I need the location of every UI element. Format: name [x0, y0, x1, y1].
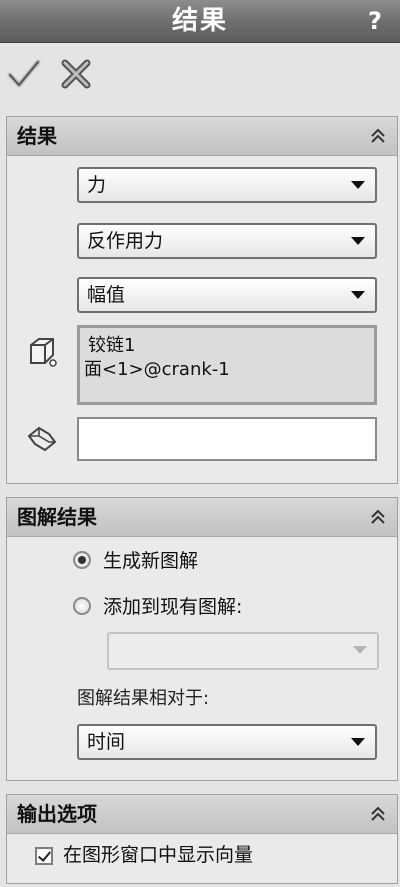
show-vector-checkbox[interactable]	[35, 847, 53, 865]
property-manager-titlebar: 结果 ?	[0, 0, 400, 43]
plot-results-group-header[interactable]: 图解结果	[7, 498, 397, 537]
panel-title: 结果	[171, 6, 228, 36]
ok-check-icon[interactable]	[6, 56, 42, 92]
relative-to-label: 图解结果相对于:	[77, 688, 210, 709]
dropdown-arrow-icon	[351, 237, 365, 245]
subtype-value: 反作用力	[87, 230, 164, 252]
output-options-group-title: 输出选项	[17, 802, 97, 826]
help-button[interactable]: ?	[362, 4, 388, 38]
reference-component-icon	[27, 426, 57, 452]
action-toolbar	[0, 50, 400, 100]
results-group-header[interactable]: 结果	[7, 117, 397, 156]
collapse-chevron-icon[interactable]	[367, 125, 389, 147]
show-vector-label: 在图形窗口中显示向量	[63, 844, 254, 866]
result-type-value: 力	[87, 174, 107, 196]
relative-to-dropdown[interactable]: 时间	[77, 724, 377, 760]
new-plot-label: 生成新图解	[103, 550, 199, 572]
selected-entities-list[interactable]: 铰链1 面<1>@crank-1	[77, 325, 377, 405]
collapse-chevron-icon[interactable]	[367, 506, 389, 528]
dropdown-arrow-icon	[351, 291, 365, 299]
dropdown-arrow-icon	[353, 646, 367, 654]
cancel-x-icon[interactable]	[58, 56, 94, 92]
results-group: 结果 力 反作用力 幅值 铰链1 面<1>@crank-1	[6, 116, 398, 484]
dropdown-arrow-icon	[351, 738, 365, 746]
results-group-title: 结果	[17, 124, 57, 148]
relative-to-value: 时间	[87, 731, 126, 753]
output-options-group-header[interactable]: 输出选项	[7, 795, 397, 834]
selected-entity-2[interactable]: 面<1>@crank-1	[84, 358, 230, 382]
existing-plot-dropdown[interactable]	[107, 632, 379, 670]
component-value: 幅值	[87, 284, 126, 306]
output-options-group: 输出选项 在图形窗口中显示向量	[6, 794, 398, 884]
add-to-existing-radio[interactable]	[73, 597, 91, 615]
reference-selection-box[interactable]	[77, 417, 377, 461]
entity-selection-icon	[30, 338, 57, 367]
collapse-chevron-icon[interactable]	[367, 803, 389, 825]
dropdown-arrow-icon	[351, 181, 365, 189]
selected-entity-1[interactable]: 铰链1	[88, 334, 135, 358]
result-type-dropdown[interactable]: 力	[77, 167, 377, 203]
add-to-existing-label: 添加到现有图解:	[103, 596, 243, 618]
new-plot-radio[interactable]	[73, 551, 91, 569]
plot-results-group: 图解结果 生成新图解 添加到现有图解: 图解结果相对于: 时间	[6, 497, 398, 781]
plot-results-group-title: 图解结果	[17, 505, 97, 529]
subtype-dropdown[interactable]: 反作用力	[77, 223, 377, 259]
component-dropdown[interactable]: 幅值	[77, 277, 377, 313]
